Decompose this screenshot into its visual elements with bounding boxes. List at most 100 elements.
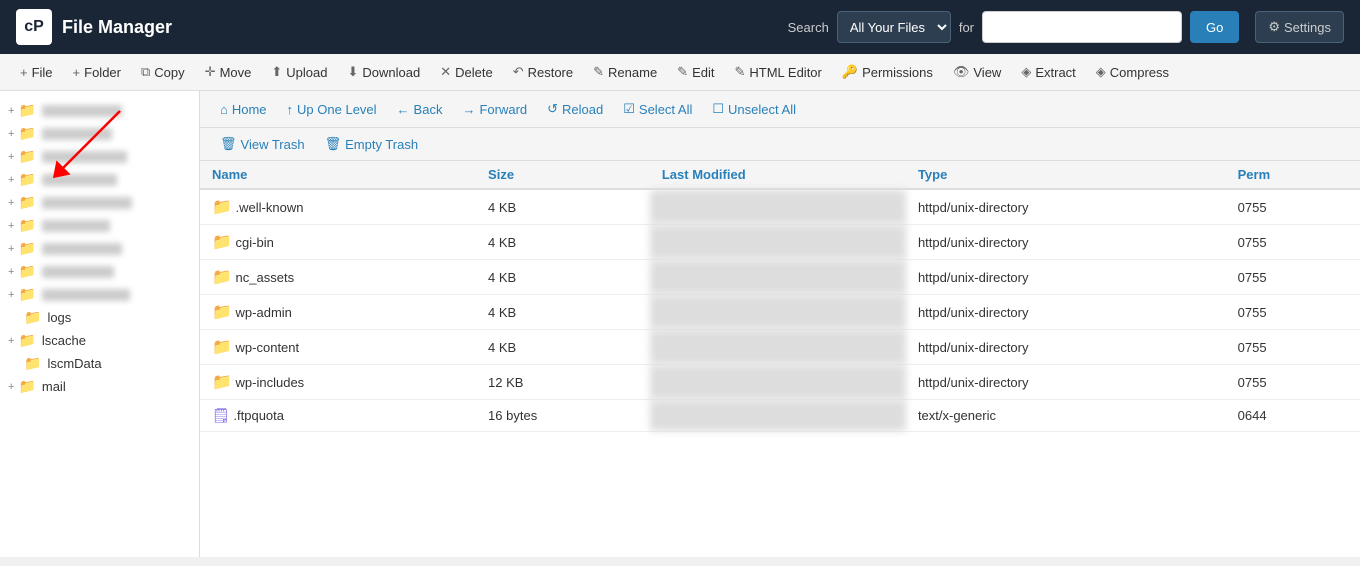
app-logo: cP File Manager [16, 9, 172, 45]
table-row[interactable]: 🗒 .ftpquota 16 bytes text/x-generic 0644 [200, 400, 1360, 432]
col-name[interactable]: Name [200, 161, 476, 189]
expand-icon: + [8, 381, 14, 393]
expand-icon: + [8, 197, 14, 209]
col-last-modified[interactable]: Last Modified [650, 161, 906, 189]
upload-button[interactable]: ⬆ Upload [263, 60, 335, 84]
permissions-icon: 🔑 [842, 64, 858, 80]
move-button[interactable]: ✛ Move [197, 60, 260, 84]
forward-button[interactable]: → Forward [454, 97, 535, 121]
new-folder-button[interactable]: + Folder [65, 61, 129, 84]
cell-type: text/x-generic [906, 400, 1226, 432]
sidebar-item-7[interactable]: + 📁 [0, 237, 199, 260]
folder-icon: 📁 [18, 148, 35, 165]
app-title: File Manager [62, 17, 172, 38]
col-perm[interactable]: Perm [1226, 161, 1360, 189]
compress-icon: ◈ [1096, 64, 1106, 80]
back-button[interactable]: ← Back [389, 97, 451, 121]
cell-size: 12 KB [476, 365, 650, 400]
expand-icon: + [8, 128, 14, 140]
cell-last-modified [650, 260, 906, 295]
header: cP File Manager Search All Your Files Fi… [0, 0, 1360, 54]
settings-button[interactable]: ⚙ Settings [1255, 11, 1344, 43]
home-icon: ⌂ [220, 102, 228, 117]
cell-last-modified [650, 295, 906, 330]
rename-icon: ✎ [593, 64, 604, 80]
file-nav-row2: 🗑 View Trash 🗑 Empty Trash [200, 128, 1360, 161]
cell-name: 🗒 .ftpquota [200, 400, 476, 432]
view-trash-button[interactable]: 🗑 View Trash [212, 132, 313, 156]
go-button[interactable]: Go [1190, 11, 1239, 43]
sidebar-item-4[interactable]: + 📁 [0, 168, 199, 191]
empty-trash-button[interactable]: 🗑 Empty Trash [317, 132, 426, 156]
permissions-button[interactable]: 🔑 Permissions [834, 60, 941, 84]
cell-perm: 0755 [1226, 365, 1360, 400]
gear-icon: ⚙ [1268, 19, 1280, 35]
cell-perm: 0755 [1226, 260, 1360, 295]
html-editor-button[interactable]: ✎ HTML Editor [726, 60, 829, 84]
table-row[interactable]: 📁 wp-content 4 KB httpd/unix-directory 0… [200, 330, 1360, 365]
file-pane: ⌂ Home ↑ Up One Level ← Back → Forward ↺… [200, 91, 1360, 557]
plus-icon: + [20, 65, 28, 80]
col-type[interactable]: Type [906, 161, 1226, 189]
compress-button[interactable]: ◈ Compress [1088, 60, 1177, 84]
table-row[interactable]: 📁 wp-includes 12 KB httpd/unix-directory… [200, 365, 1360, 400]
view-icon: 👁 [953, 64, 970, 80]
restore-button[interactable]: ↶ Restore [505, 60, 581, 84]
cell-perm: 0755 [1226, 225, 1360, 260]
cell-perm: 0755 [1226, 330, 1360, 365]
rename-button[interactable]: ✎ Rename [585, 60, 665, 84]
delete-button[interactable]: ✕ Delete [432, 60, 500, 84]
sidebar-item-3[interactable]: + 📁 [0, 145, 199, 168]
sidebar-item-logs[interactable]: 📁 logs [0, 306, 199, 329]
cell-last-modified [650, 330, 906, 365]
sidebar-item-2[interactable]: + 📁 [0, 122, 199, 145]
folder-icon: 📁 [18, 217, 35, 234]
cell-type: httpd/unix-directory [906, 225, 1226, 260]
sidebar-item-lscmdata[interactable]: 📁 lscmData [0, 352, 199, 375]
table-row[interactable]: 📁 nc_assets 4 KB httpd/unix-directory 07… [200, 260, 1360, 295]
extract-button[interactable]: ◈ Extract [1013, 60, 1083, 84]
folder-icon: 📁 [212, 304, 232, 321]
reload-button[interactable]: ↺ Reload [539, 97, 611, 121]
expand-icon: + [8, 174, 14, 186]
up-one-level-button[interactable]: ↑ Up One Level [279, 97, 385, 121]
expand-icon: + [8, 105, 14, 117]
edit-button[interactable]: ✎ Edit [669, 60, 722, 84]
sidebar-item-lscache[interactable]: + 📁 lscache [0, 329, 199, 352]
folder-icon: 📁 [212, 374, 232, 391]
sidebar-item-8[interactable]: + 📁 [0, 260, 199, 283]
expand-icon: + [8, 243, 14, 255]
copy-button[interactable]: ⧉ Copy [133, 60, 193, 84]
cell-last-modified [650, 400, 906, 432]
sidebar-item-6[interactable]: + 📁 [0, 214, 199, 237]
cell-type: httpd/unix-directory [906, 330, 1226, 365]
view-button[interactable]: 👁 View [945, 60, 1009, 84]
extract-icon: ◈ [1021, 64, 1031, 80]
sidebar-item-mail[interactable]: + 📁 mail [0, 375, 199, 398]
select-all-button[interactable]: ☑ Select All [615, 97, 700, 121]
table-row[interactable]: 📁 .well-known 4 KB httpd/unix-directory … [200, 189, 1360, 225]
search-input[interactable] [982, 11, 1182, 43]
sidebar-item-5[interactable]: + 📁 [0, 191, 199, 214]
table-row[interactable]: 📁 cgi-bin 4 KB httpd/unix-directory 0755 [200, 225, 1360, 260]
expand-icon: + [8, 335, 14, 347]
file-nav-row1: ⌂ Home ↑ Up One Level ← Back → Forward ↺… [200, 91, 1360, 128]
download-button[interactable]: ⬇ Download [339, 60, 428, 84]
folder-icon: 📁 [18, 125, 35, 142]
search-scope-select[interactable]: All Your Files File Name File Content [837, 11, 951, 43]
new-file-button[interactable]: + File [12, 61, 61, 84]
cell-type: httpd/unix-directory [906, 260, 1226, 295]
table-row[interactable]: 📁 wp-admin 4 KB httpd/unix-directory 075… [200, 295, 1360, 330]
sidebar: + 📁 + 📁 + 📁 + 📁 + 📁 + 📁 [0, 91, 200, 557]
checkbox-empty-icon: ☐ [712, 101, 724, 117]
cell-last-modified [650, 189, 906, 225]
sidebar-item-1[interactable]: + 📁 [0, 99, 199, 122]
home-button[interactable]: ⌂ Home [212, 97, 275, 121]
sidebar-item-9[interactable]: + 📁 [0, 283, 199, 306]
expand-icon: + [8, 266, 14, 278]
col-size[interactable]: Size [476, 161, 650, 189]
unselect-all-button[interactable]: ☐ Unselect All [704, 97, 804, 121]
folder-icon: 📁 [24, 355, 41, 372]
reload-icon: ↺ [547, 101, 558, 117]
cell-name: 📁 nc_assets [200, 260, 476, 295]
